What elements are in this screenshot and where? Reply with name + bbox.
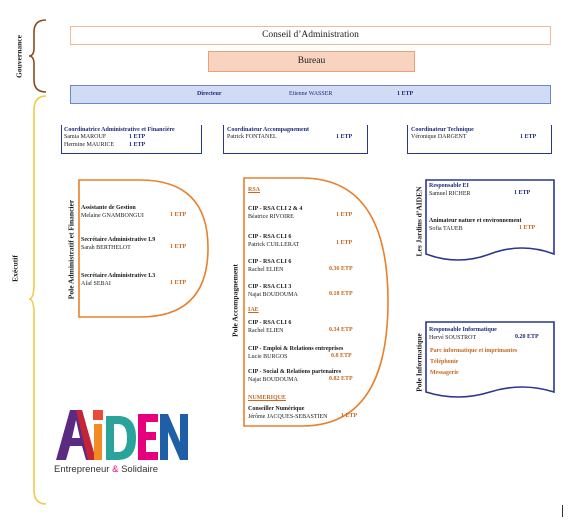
executif-brace — [28, 95, 47, 505]
iae-role-1: CIP - RSA CLI 6 Rachel ELIEN 0.34 ETP — [248, 320, 358, 335]
jardins-role-1: Responsable EI Samuel RICHER 1 ETP — [429, 183, 551, 198]
pole-info-task-1: Parc informatique et imprimantes — [430, 348, 518, 354]
numerique-heading: NUMERIQUE — [248, 395, 287, 401]
num-role-1: Conseiller Numérique Jérôme JACQUES-SEBA… — [248, 406, 368, 421]
role-etp: 1 ETP — [336, 212, 353, 218]
coord-admin-etp-2: 1 ETP — [129, 142, 146, 148]
role-etp: 1 ETP — [341, 413, 358, 419]
conseil-label: Conseil d’Administration — [262, 30, 359, 40]
role-etp: 1 ETP — [336, 240, 353, 246]
jardins-label: Les Jardins d’AIDEN — [414, 186, 424, 257]
role-etp: 0.18 ETP — [329, 291, 353, 297]
bureau-label: Bureau — [297, 56, 326, 66]
jardins-role-2: Animateur nature et environnement Sofia … — [429, 218, 551, 233]
bureau-box: Bureau — [208, 51, 415, 72]
tagline-solidaire: Solidaire — [121, 464, 159, 475]
directeur-title: Directeur — [197, 91, 222, 97]
iae-role-2: CIP - Emploi & Relations entreprises Luc… — [248, 346, 363, 361]
role-etp: 1 ETP — [170, 244, 187, 250]
iae-role-3: CIP - Social & Relations partenaires Naj… — [248, 369, 363, 384]
directeur-box: Directeur Etienne WASSER 1 ETP — [70, 85, 551, 104]
rsa-role-1: CIP - RSA CLI 2 & 4 Béatrice RIVOIRE 1 E… — [248, 206, 358, 221]
iae-heading: IAE — [248, 307, 259, 313]
tagline-entrepreneur: Entrepreneur — [54, 464, 110, 475]
pole-admin-role-3: Secrétaire Administrative L3 Afaf SEBAI … — [81, 273, 191, 288]
coord-accomp-name: Patrick FONTANEL — [227, 134, 277, 140]
rsa-heading: RSA — [248, 187, 261, 193]
directeur-etp: 1 ETP — [397, 91, 414, 97]
rsa-role-3: CIP - RSA CLI 6 Rachel ELIEN 0.36 ETP — [248, 259, 358, 274]
conseil-box: Conseil d’Administration — [70, 26, 551, 45]
gouvernance-brace — [28, 19, 47, 93]
pole-accomp-label: Pole Accompagnement — [230, 264, 240, 337]
pole-admin-role-1: Assistante de Gestion Melaine GNAMBONGUI… — [81, 205, 191, 220]
rsa-role-4: CIP - RSA CLI 3 Najat BOUDOUMA 0.18 ETP — [248, 284, 358, 299]
role-etp: 0.82 ETP — [329, 376, 353, 382]
pole-info-task-3: Messagerie — [430, 370, 459, 376]
role-etp: 0.36 ETP — [329, 266, 353, 272]
coord-tech-box: Coordinateur Technique Véronique DARGENT… — [407, 125, 552, 154]
coord-admin-box: Coordinatrice Administrative et Financiè… — [61, 125, 202, 154]
role-etp: 0.34 ETP — [329, 327, 353, 333]
coord-tech-name: Véronique DARGENT — [411, 134, 467, 140]
coord-admin-name-1: Samia MAROUF — [64, 134, 107, 140]
coord-admin-name-2: Hermine MAURICE — [64, 142, 115, 148]
role-etp: 1 ETP — [519, 225, 536, 231]
role-etp: 1 ETP — [170, 280, 187, 286]
coord-accomp-etp: 1 ETP — [336, 134, 353, 140]
coord-accomp-box: Coordinateur Accompagnement Patrick FONT… — [223, 125, 368, 154]
aiden-tagline: Entrepreneur & Solidaire — [54, 464, 158, 475]
coord-tech-etp: 1 ETP — [520, 134, 537, 140]
rsa-role-2: CIP - RSA CLI 6 Patrick CUILLERAT 1 ETP — [248, 234, 358, 249]
role-name: Samuel RICHER — [429, 190, 471, 197]
role-etp: 1 ETP — [514, 190, 531, 196]
aiden-logo — [56, 410, 188, 460]
role-etp: 0.8 ETP — [331, 353, 352, 359]
pole-info-task-2: Téléphonie — [430, 359, 459, 365]
role-etp: 0.20 ETP — [515, 334, 539, 340]
gouvernance-label: Gouvernance — [14, 35, 24, 78]
role-etp: 1 ETP — [170, 212, 187, 218]
pole-admin-label: Pole Administratif et Financier — [66, 199, 76, 300]
coord-admin-etp-1: 1 ETP — [129, 134, 146, 140]
pole-info-label: Pole Informatique — [414, 333, 424, 392]
role-title: Responsable EI — [429, 183, 469, 189]
pole-admin-role-2: Secrétaire Administrative L9 Sarah BERTH… — [81, 237, 191, 252]
pole-info-role: Responsable Informatique Hervé SOUSTROT … — [429, 327, 551, 342]
tagline-amp: & — [112, 464, 119, 475]
executif-label: Exécutif — [10, 255, 20, 282]
directeur-name: Etienne WASSER — [289, 91, 333, 97]
scroll-marker — [562, 505, 563, 517]
